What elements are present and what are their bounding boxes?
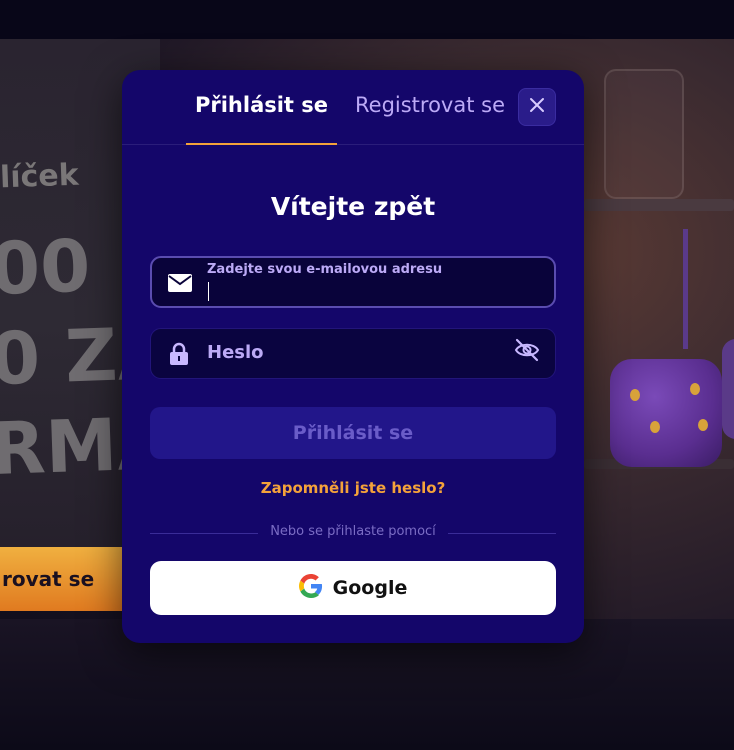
lock-icon <box>166 342 192 365</box>
fuzzy-dice-image <box>722 339 734 439</box>
google-icon <box>298 574 323 602</box>
modal-title: Vítejte zpět <box>270 192 436 221</box>
dice-string-image <box>683 229 688 349</box>
tab-login[interactable]: Přihlásit se <box>186 93 337 145</box>
divider-line <box>448 533 556 534</box>
fuzzy-dice-image <box>610 359 722 467</box>
hero-subtitle: líček <box>0 157 80 196</box>
login-modal: Přihlásit se Registrovat se Vítejte zpět… <box>122 70 584 643</box>
forgot-password-link[interactable]: Zapomněli jste heslo? <box>122 479 584 497</box>
hero-register-button[interactable]: rovat se <box>0 547 130 611</box>
password-field[interactable]: Heslo <box>150 328 556 379</box>
text-caret <box>208 282 209 301</box>
google-button-label: Google <box>332 577 408 599</box>
top-bar <box>0 0 734 39</box>
eye-off-icon[interactable] <box>513 338 541 362</box>
email-field-label: Zadejte svou e-mailovou adresu <box>207 262 443 277</box>
password-placeholder: Heslo <box>207 342 264 363</box>
auth-tabs: Přihlásit se Registrovat se <box>122 70 584 145</box>
envelope-icon <box>167 272 193 294</box>
google-login-button[interactable]: Google <box>150 561 556 615</box>
divider-line <box>150 533 258 534</box>
close-button[interactable] <box>518 88 556 126</box>
divider-label: Nebo se přihlaste pomocí <box>270 524 436 539</box>
email-field[interactable]: Zadejte svou e-mailovou adresu <box>150 256 556 308</box>
tab-register[interactable]: Registrovat se <box>350 93 510 145</box>
jar-image <box>604 69 684 199</box>
login-submit-button[interactable]: Přihlásit se <box>150 407 556 459</box>
close-icon <box>529 97 545 117</box>
shelf-image <box>584 199 734 211</box>
